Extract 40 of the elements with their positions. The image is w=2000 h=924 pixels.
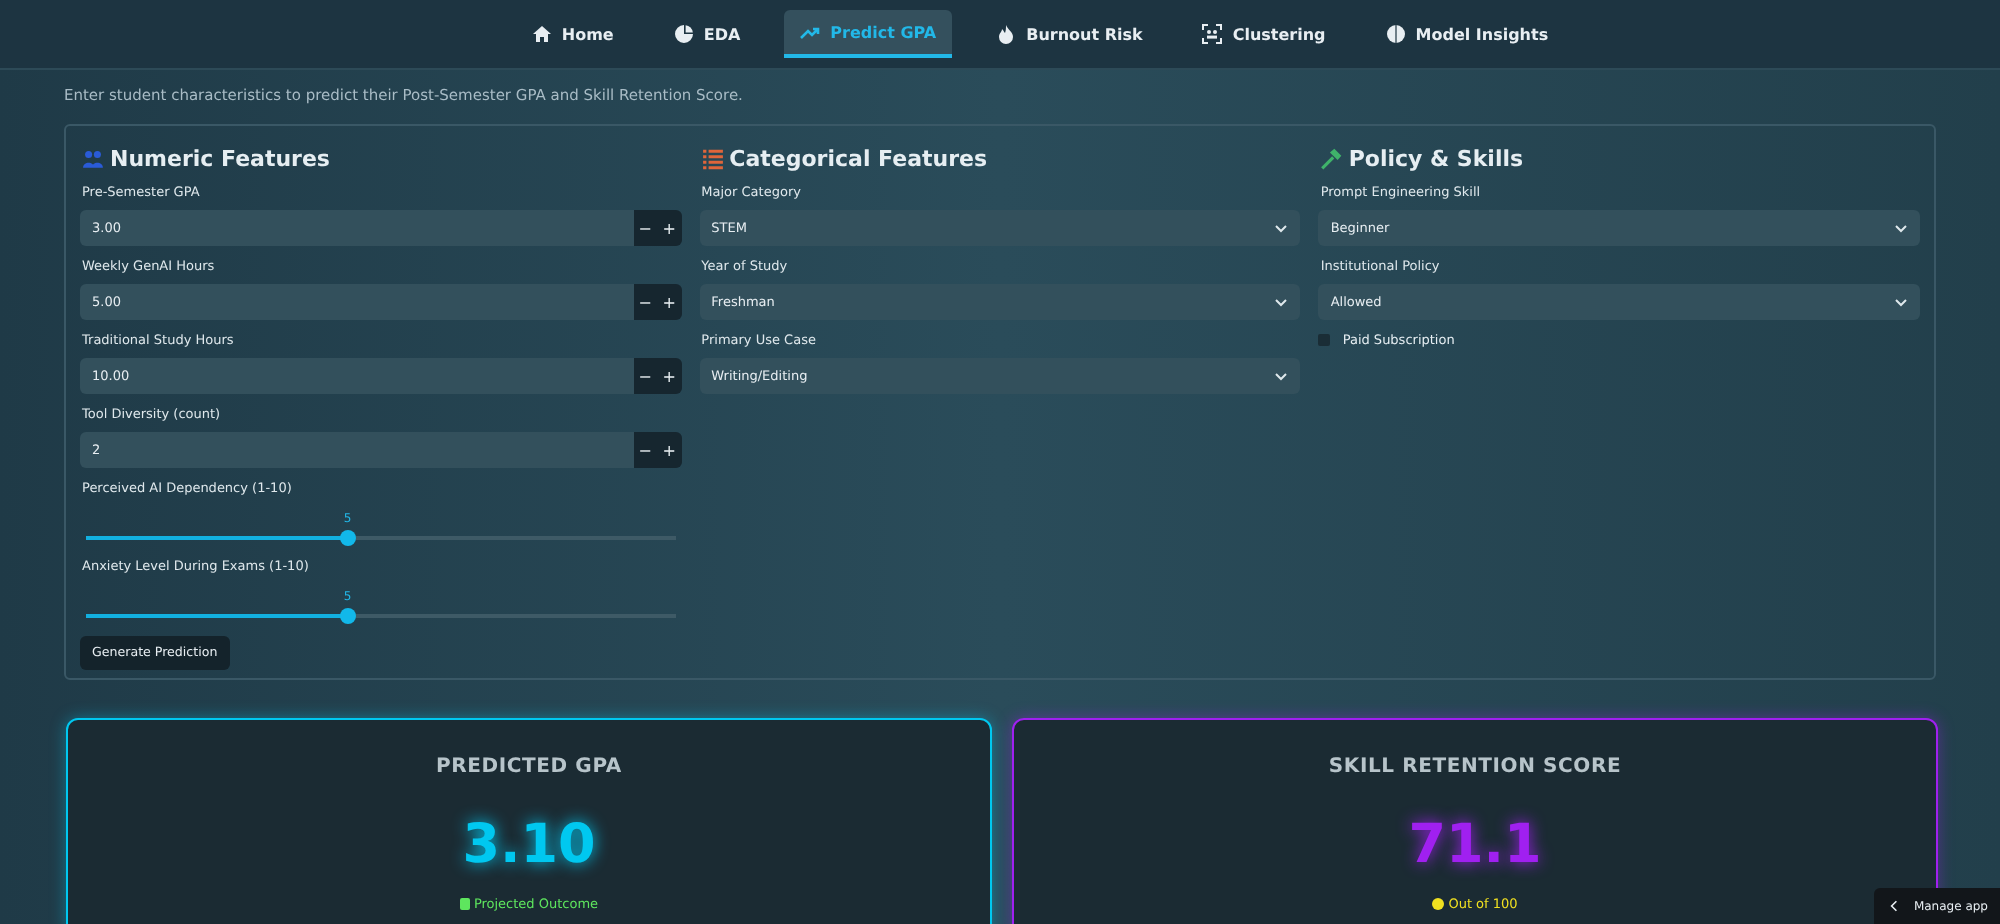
minus-button[interactable]: − — [633, 358, 658, 394]
section-title: Categorical Features — [729, 146, 988, 172]
chevron-left-icon — [1889, 900, 1898, 912]
plus-button[interactable]: + — [657, 284, 682, 320]
chevron-down-icon — [1893, 223, 1908, 233]
nav-tab[interactable]: EDA — [657, 12, 757, 56]
brackets-icon — [1202, 24, 1223, 44]
section-title: Policy & Skills — [1348, 146, 1524, 172]
nav-tab[interactable]: Home — [515, 12, 630, 56]
plus-button[interactable]: + — [657, 358, 682, 394]
home-icon — [531, 24, 552, 44]
nav-tab[interactable]: Burnout Risk — [980, 12, 1159, 56]
nav-tab[interactable]: Predict GPA — [784, 10, 953, 58]
note-icon — [1432, 898, 1445, 910]
flame-icon — [996, 24, 1017, 44]
trend-up-icon — [800, 22, 821, 42]
result-value: 3.10 — [462, 814, 596, 876]
list-icon — [701, 148, 724, 170]
nav-tab[interactable]: Model Insights — [1369, 12, 1565, 56]
card-title: PREDICTED GPA — [436, 756, 622, 778]
hammer-icon — [1320, 148, 1343, 170]
chevron-down-icon — [1893, 297, 1908, 307]
people-icon — [82, 148, 104, 170]
card-title: SKILL RETENTION SCORE — [1328, 756, 1622, 778]
section-title: Numeric Features — [110, 146, 330, 172]
slider-thumb[interactable] — [339, 608, 356, 624]
chevron-down-icon — [1274, 223, 1289, 233]
minus-button[interactable]: − — [633, 432, 658, 468]
chevron-down-icon — [1274, 371, 1289, 381]
plus-button[interactable]: + — [657, 210, 682, 246]
minus-button[interactable]: − — [633, 210, 658, 246]
chevron-down-icon — [1274, 297, 1289, 307]
nav-tab[interactable]: Clustering — [1186, 12, 1342, 56]
slider-thumb[interactable] — [339, 530, 356, 546]
checkbox[interactable] — [1318, 334, 1331, 346]
plus-button[interactable]: + — [657, 432, 682, 468]
minus-button[interactable]: − — [633, 284, 658, 320]
pie-chart-icon — [673, 24, 694, 44]
note-icon — [459, 898, 470, 910]
result-value: 71.1 — [1408, 814, 1542, 876]
